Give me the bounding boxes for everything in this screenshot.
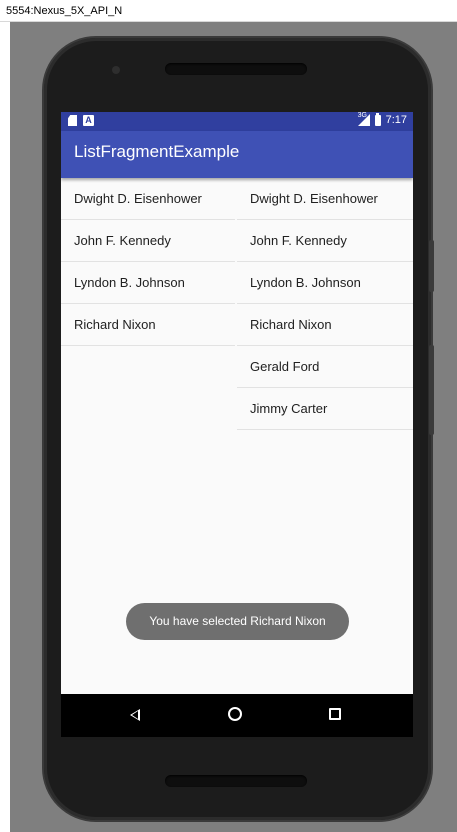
- app-title: ListFragmentExample: [74, 142, 240, 161]
- front-camera: [112, 66, 120, 74]
- power-button[interactable]: [429, 345, 434, 435]
- network-type-label: 3G: [357, 112, 367, 119]
- list-item[interactable]: John F. Kennedy: [237, 220, 413, 262]
- back-icon[interactable]: [130, 709, 140, 721]
- emulator-title: 5554:Nexus_5X_API_N: [6, 5, 123, 17]
- window-edge: [0, 22, 10, 832]
- recents-icon[interactable]: [329, 708, 341, 720]
- list-item[interactable]: Dwight D. Eisenhower: [237, 178, 413, 220]
- a-notification-icon: A: [83, 115, 94, 126]
- status-clock: 7:17: [385, 114, 407, 126]
- signal-icon: 3G: [357, 112, 370, 126]
- list-item[interactable]: Dwight D. Eisenhower: [61, 178, 235, 220]
- left-list-fragment: Dwight D. Eisenhower John F. Kennedy Lyn…: [61, 178, 235, 346]
- home-icon[interactable]: [228, 707, 242, 721]
- bottom-speaker: [165, 775, 307, 787]
- device-screen: A 3G 7:17 ListFragmentExample Dwight D. …: [61, 112, 413, 737]
- battery-icon: [374, 112, 381, 126]
- toast-message: You have selected Richard Nixon: [126, 603, 349, 640]
- app-bar: ListFragmentExample: [61, 131, 413, 178]
- top-speaker: [165, 63, 307, 75]
- status-bar: A 3G 7:17: [61, 112, 413, 131]
- list-item[interactable]: Richard Nixon: [61, 304, 235, 346]
- sd-card-icon: [68, 115, 77, 126]
- a-notification-label: A: [85, 115, 92, 125]
- navigation-bar: [61, 694, 413, 737]
- volume-button[interactable]: [429, 240, 434, 292]
- emulator-title-bar: 5554:Nexus_5X_API_N: [0, 0, 457, 22]
- list-item[interactable]: Lyndon B. Johnson: [61, 262, 235, 304]
- list-item[interactable]: Richard Nixon: [237, 304, 413, 346]
- list-item[interactable]: Jimmy Carter: [237, 388, 413, 430]
- right-list-fragment: Dwight D. Eisenhower John F. Kennedy Lyn…: [237, 178, 413, 430]
- list-item[interactable]: John F. Kennedy: [61, 220, 235, 262]
- list-item[interactable]: Lyndon B. Johnson: [237, 262, 413, 304]
- list-item[interactable]: Gerald Ford: [237, 346, 413, 388]
